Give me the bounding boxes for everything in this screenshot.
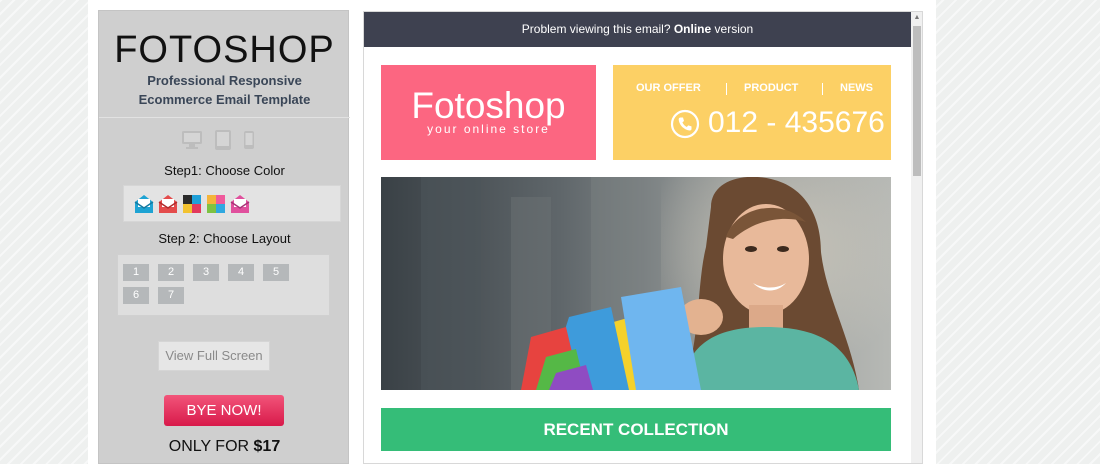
nav-product[interactable]: PRODUCT [744,82,798,94]
layout-button-7[interactable]: 7 [158,287,184,304]
scroll-up-arrow-icon[interactable]: ▲ [911,12,922,24]
template-sidebar: FOTOSHOP Professional Responsive Ecommer… [98,10,350,464]
phone-number: 012 - 435676 [708,106,885,139]
email-nav-block: OUR OFFER PRODUCT NEWS 012 - 435676 [613,65,891,160]
layout-button-2[interactable]: 2 [158,264,184,281]
topbar-text: Problem viewing this email? [521,22,674,36]
brand-title: FOTOSHOP [114,29,335,71]
email-topbar: Problem viewing this email? Online versi… [364,12,911,47]
step2-label: Step 2: Choose Layout [158,231,291,246]
hero-photo-shopping-woman [381,177,891,390]
palette-colorful-icon[interactable] [206,194,226,214]
nav-separator [726,83,727,95]
layout-picker: 1 2 3 4 5 6 7 [117,254,330,316]
desktop-icon[interactable] [181,129,203,151]
email-red-icon[interactable] [158,194,178,214]
price-text: ONLY FOR $17 [99,438,350,456]
layout-button-1[interactable]: 1 [123,264,149,281]
recent-collection-banner[interactable]: RECENT COLLECTION [381,408,891,451]
color-picker [123,185,341,222]
email-preview: Problem viewing this email? Online versi… [363,11,923,464]
layout-button-5[interactable]: 5 [263,264,289,281]
subtitle-line-2: Ecommerce Email Template [138,92,311,107]
view-full-screen-button[interactable]: View Full Screen [158,341,270,371]
buy-now-button[interactable]: BYE NOW! [164,395,284,426]
email-teal-icon[interactable] [134,194,154,214]
phone-call-icon [670,109,700,139]
hero-image [381,177,891,390]
layout-button-4[interactable]: 4 [228,264,254,281]
divider [99,117,350,118]
scroll-thumb[interactable] [913,26,921,176]
email-logo-tagline: your online store [427,122,550,136]
topbar-suffix: version [711,22,754,36]
tablet-icon[interactable] [214,129,232,151]
nav-news[interactable]: NEWS [840,82,873,94]
step1-label: Step1: Choose Color [164,163,285,178]
phone-icon[interactable] [243,129,255,151]
preview-scrollbar[interactable]: ▲ [911,12,922,463]
email-logo-title: Fotoshop [411,85,566,126]
palette-multicolor-icon[interactable] [182,194,202,214]
subtitle-line-1: Professional Responsive [147,73,302,88]
price-prefix: ONLY FOR [168,438,254,455]
nav-separator [822,83,823,95]
online-version-link[interactable]: Online [674,22,711,36]
layout-button-3[interactable]: 3 [193,264,219,281]
email-logo-block[interactable]: Fotoshop your online store [381,65,596,160]
price-value: $17 [253,438,281,455]
layout-button-6[interactable]: 6 [123,287,149,304]
device-switcher [181,129,271,151]
email-pink-icon[interactable] [230,194,250,214]
nav-our-offer[interactable]: OUR OFFER [636,82,701,94]
